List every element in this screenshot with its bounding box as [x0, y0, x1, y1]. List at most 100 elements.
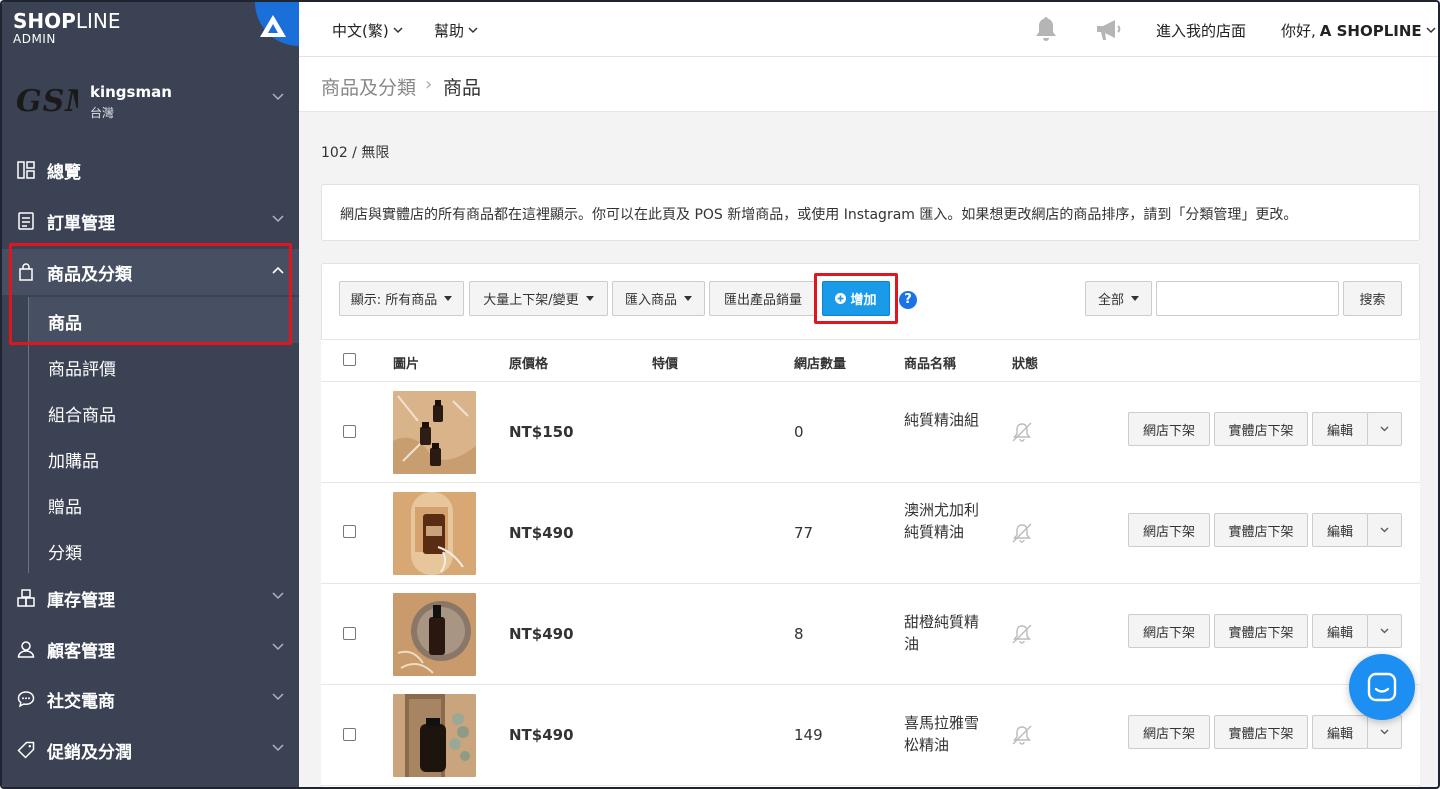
sidebar-item-orders[interactable]: 訂單管理	[2, 198, 299, 244]
sidebar-subitem-reviews[interactable]: 商品評價	[28, 343, 299, 389]
retail-unpublish-button[interactable]: 實體店下架	[1214, 715, 1308, 749]
online-unpublish-button[interactable]: 網店下架	[1128, 715, 1210, 749]
shopline-logo[interactable]: SHOPLINE ADMIN	[13, 10, 120, 45]
breadcrumb-parent[interactable]: 商品及分類	[321, 73, 416, 100]
edit-button[interactable]: 編輯	[1312, 614, 1368, 648]
sidebar-subitem-bundles[interactable]: 組合商品	[28, 389, 299, 435]
col-header-status: 狀態	[1012, 357, 1039, 372]
product-online-qty: 149	[794, 726, 823, 744]
sidebar-item-promotions[interactable]: 促銷及分潤	[2, 727, 299, 773]
store-switcher[interactable]: GSM kingsman 台灣	[2, 66, 299, 136]
online-unpublish-button[interactable]: 網店下架	[1128, 513, 1210, 547]
sidebar-subitem-categories[interactable]: 分類	[28, 527, 299, 573]
more-actions-dropdown[interactable]	[1367, 412, 1402, 446]
row-checkbox[interactable]	[343, 425, 356, 438]
retail-unpublish-label: 實體店下架	[1228, 524, 1294, 540]
help-dropdown[interactable]: 幫助	[434, 20, 478, 41]
more-actions-dropdown[interactable]	[1367, 513, 1402, 547]
breadcrumb-separator: ›	[425, 74, 433, 95]
help-label: 幫助	[434, 22, 465, 40]
edit-button[interactable]: 編輯	[1312, 513, 1368, 547]
display-filter-dropdown[interactable]: 顯示: 所有商品	[339, 281, 464, 316]
chevron-down-icon	[272, 643, 284, 651]
sidebar-item-inventory[interactable]: 庫存管理	[2, 575, 299, 621]
sidebar-item-label: 訂單管理	[47, 213, 115, 234]
col-header-image: 圖片	[393, 357, 420, 372]
app-window: SHOPLINE ADMIN GSM kingsman 台灣 總覽	[0, 0, 1440, 789]
edit-button[interactable]: 編輯	[1312, 715, 1368, 749]
online-unpublish-label: 網店下架	[1142, 423, 1195, 439]
sidebar-item-customers[interactable]: 顧客管理	[2, 626, 299, 672]
bell-off-icon	[1012, 422, 1032, 442]
sidebar-item-overview[interactable]: 總覽	[2, 147, 299, 193]
col-header-name: 商品名稱	[904, 357, 957, 372]
sidebar-item-label: 社交電商	[47, 691, 115, 712]
help-circle-icon[interactable]: ?	[899, 291, 917, 309]
table-header: 圖片 原價格 特價 網店數量 商品名稱 狀態	[321, 339, 1420, 382]
bulk-action-label: 大量上下架/變更	[483, 293, 579, 308]
online-unpublish-button[interactable]: 網店下架	[1128, 412, 1210, 446]
megaphone-icon[interactable]	[1094, 18, 1122, 42]
import-dropdown[interactable]: 匯入商品	[612, 281, 705, 316]
sidebar-subitem-addons[interactable]: 加購品	[28, 435, 299, 481]
retail-unpublish-button[interactable]: 實體店下架	[1214, 513, 1308, 547]
scope-dropdown[interactable]: 全部	[1085, 281, 1152, 316]
chevron-down-icon	[1380, 527, 1389, 533]
highlight-box-add	[814, 273, 898, 324]
online-unpublish-label: 網店下架	[1142, 726, 1195, 742]
chevron-down-icon	[272, 693, 284, 701]
chevron-down-icon	[272, 93, 284, 101]
product-name[interactable]: 甜橙純質精油	[904, 611, 984, 655]
product-thumbnail[interactable]	[393, 391, 476, 474]
highlight-box-sidebar	[9, 243, 292, 345]
select-all-checkbox[interactable]	[343, 353, 356, 366]
online-unpublish-button[interactable]: 網店下架	[1128, 614, 1210, 648]
sidebar-item-label: 促銷及分潤	[47, 742, 132, 763]
product-thumbnail[interactable]	[393, 492, 476, 575]
store-name: kingsman	[90, 83, 172, 101]
row-checkbox[interactable]	[343, 525, 356, 538]
chevron-down-icon	[272, 592, 284, 600]
more-actions-dropdown[interactable]	[1367, 614, 1402, 648]
app-switcher-button[interactable]	[255, 2, 299, 46]
product-price: NT$490	[509, 524, 574, 542]
retail-unpublish-button[interactable]: 實體店下架	[1214, 412, 1308, 446]
bell-off-icon	[1012, 523, 1032, 543]
search-button-label: 搜索	[1359, 293, 1386, 308]
product-name[interactable]: 澳洲尤加利純質精油	[904, 499, 984, 543]
sidebar-item-social-commerce[interactable]: 社交電商	[2, 676, 299, 722]
bell-icon[interactable]	[1034, 16, 1058, 43]
chevron-down-icon	[1380, 426, 1389, 432]
language-dropdown[interactable]: 中文(繁)	[332, 20, 403, 41]
row-checkbox[interactable]	[343, 627, 356, 640]
visit-store-link[interactable]: 進入我的店面	[1156, 20, 1246, 41]
search-button[interactable]: 搜索	[1343, 281, 1402, 316]
product-thumbnail[interactable]	[393, 694, 476, 777]
caret-down-icon	[684, 296, 692, 301]
breadcrumb: 商品及分類 › 商品	[299, 57, 1438, 112]
export-sales-button[interactable]: 匯出產品銷量	[709, 281, 817, 316]
info-notice: 網店與實體店的所有商品都在這裡顯示。你可以在此頁及 POS 新增商品，或使用 I…	[321, 184, 1420, 241]
visit-store-label: 進入我的店面	[1156, 22, 1247, 40]
table-row: NT$490 8 甜橙純質精油 網店下架 實體店下架 編輯	[321, 584, 1420, 685]
product-thumbnail[interactable]	[393, 593, 476, 676]
chat-icon	[1367, 672, 1397, 702]
product-name[interactable]: 純質精油組	[904, 409, 984, 431]
edit-button[interactable]: 編輯	[1312, 412, 1368, 446]
edit-label: 編輯	[1326, 524, 1353, 540]
bell-off-icon	[1012, 624, 1032, 644]
search-input[interactable]	[1156, 281, 1339, 316]
account-dropdown[interactable]: 你好, A SHOPLINE	[1281, 20, 1436, 41]
sidebar-subitem-gifts[interactable]: 贈品	[28, 481, 299, 527]
dashboard-icon	[17, 161, 35, 179]
chat-launcher-button[interactable]	[1349, 654, 1415, 720]
chevron-down-icon	[272, 744, 284, 752]
row-checkbox[interactable]	[343, 728, 356, 741]
col-header-price: 原價格	[509, 357, 549, 372]
bulk-action-dropdown[interactable]: 大量上下架/變更	[469, 281, 608, 316]
product-name[interactable]: 喜馬拉雅雪松精油	[904, 712, 984, 756]
store-region: 台灣	[90, 106, 115, 120]
more-actions-dropdown[interactable]	[1367, 715, 1402, 749]
sidebar-subitem-label: 分類	[48, 544, 82, 564]
retail-unpublish-button[interactable]: 實體店下架	[1214, 614, 1308, 648]
